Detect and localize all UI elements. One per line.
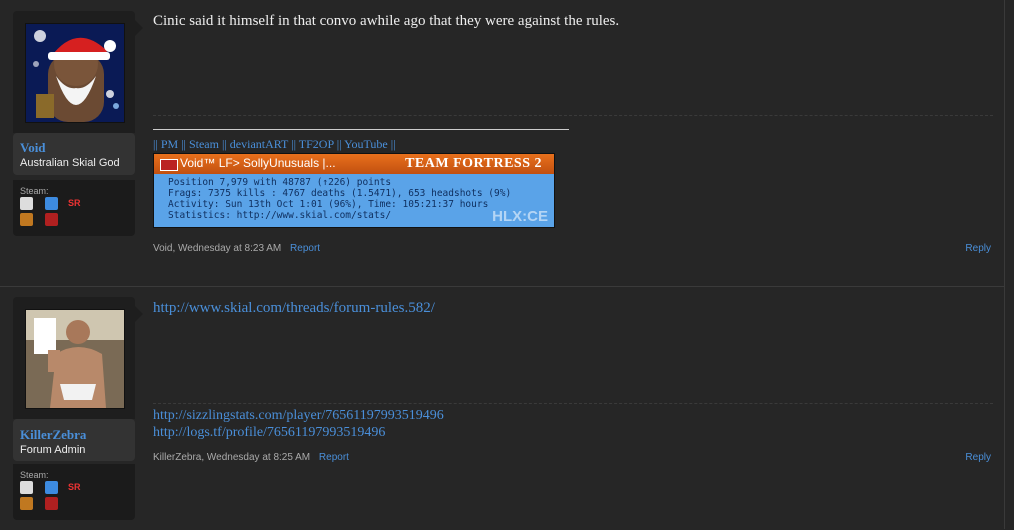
banner-activity: Activity: Sun 13th Oct 1:01 (96%), Time:… [168, 199, 489, 210]
meta-time[interactable]: Wednesday at 8:23 AM [178, 243, 281, 254]
post-killerzebra: KillerZebra Forum Admin Steam: SR http:/… [0, 286, 1004, 530]
sizzlingstats-link[interactable]: http://sizzlingstats.com/player/76561197… [153, 408, 444, 423]
tf2-icon[interactable] [20, 213, 33, 226]
signature-divider [153, 115, 993, 116]
user-title: Australian Skial God [20, 157, 120, 169]
steam-icon[interactable] [20, 481, 33, 494]
content-border [1004, 0, 1005, 529]
meta-author[interactable]: Void [153, 243, 172, 254]
hlx-watermark: HLX:CE [492, 208, 548, 225]
card-arrow [135, 20, 143, 36]
steam-label: Steam: [20, 470, 49, 480]
signature: http://sizzlingstats.com/player/76561197… [153, 407, 444, 441]
logs-tf-link[interactable]: http://logs.tf/profile/76561197993519496 [153, 425, 385, 440]
sr-icon[interactable]: SR [68, 483, 84, 492]
banner-player-name: Void™ LF> SollyUnusuals |... [180, 156, 336, 170]
banner-stats-url: Statistics: http://www.skial.com/stats/ [168, 210, 392, 221]
meta-time[interactable]: Wednesday at 8:25 AM [207, 452, 310, 463]
post-meta: KillerZebra, Wednesday at 8:25 AM Report [153, 452, 349, 463]
signature-links: || PM || Steam || deviantART || TF2OP ||… [153, 137, 396, 151]
card-arrow [135, 306, 143, 322]
banner-position: Position 7,979 with 48787 (↑226) points [168, 177, 392, 188]
sig-link-steam[interactable]: Steam [189, 137, 219, 151]
post-message: http://www.skial.com/threads/forum-rules… [153, 300, 435, 317]
forum-rules-link[interactable]: http://www.skial.com/threads/forum-rules… [153, 300, 435, 316]
username[interactable]: Void [20, 140, 46, 156]
sig-link-youtube[interactable]: YouTube [344, 137, 388, 151]
tf2-logo: TEAM FORTRESS 2 [405, 156, 542, 171]
steam-label: Steam: [20, 186, 49, 196]
report-link[interactable]: Report [319, 452, 349, 463]
dota-icon[interactable] [45, 213, 58, 226]
sig-link-deviantart[interactable]: deviantART [230, 137, 288, 151]
sig-link-pm[interactable]: PM [161, 137, 178, 151]
reply-link[interactable]: Reply [965, 243, 991, 254]
avatar-frame [13, 11, 135, 133]
user-extra-box: Steam: SR [13, 180, 135, 236]
signature-rule [153, 129, 569, 130]
sig-link-tf2op[interactable]: TF2OP [299, 137, 334, 151]
avatar[interactable] [25, 23, 125, 123]
avatar-frame [13, 297, 135, 419]
user-extra-box: Steam: SR [13, 464, 135, 520]
username[interactable]: KillerZebra [20, 427, 86, 443]
banner-header: Void™ LF> SollyUnusuals |... TEAM FORTRE… [154, 154, 554, 174]
report-link[interactable]: Report [290, 243, 320, 254]
post-void: Void Australian Skial God Steam: SR Cini… [0, 0, 1004, 286]
steam-icon[interactable] [20, 197, 33, 210]
avatar[interactable] [25, 309, 125, 409]
stats-banner[interactable]: Void™ LF> SollyUnusuals |... TEAM FORTRE… [153, 153, 555, 228]
user-title: Forum Admin [20, 444, 86, 456]
signature-divider [153, 403, 993, 404]
tf2-icon[interactable] [20, 497, 33, 510]
dota-icon[interactable] [45, 497, 58, 510]
flag-icon [160, 159, 178, 171]
meta-author[interactable]: KillerZebra [153, 452, 201, 463]
sr-icon[interactable]: SR [68, 199, 84, 208]
post-message: Cinic said it himself in that convo awhi… [153, 13, 620, 29]
reply-link[interactable]: Reply [965, 452, 991, 463]
banner-frags: Frags: 7375 kills : 4767 deaths (1.5471)… [168, 188, 512, 199]
profile-icon[interactable] [45, 197, 58, 210]
profile-icon[interactable] [45, 481, 58, 494]
post-meta: Void, Wednesday at 8:23 AM Report [153, 243, 321, 254]
